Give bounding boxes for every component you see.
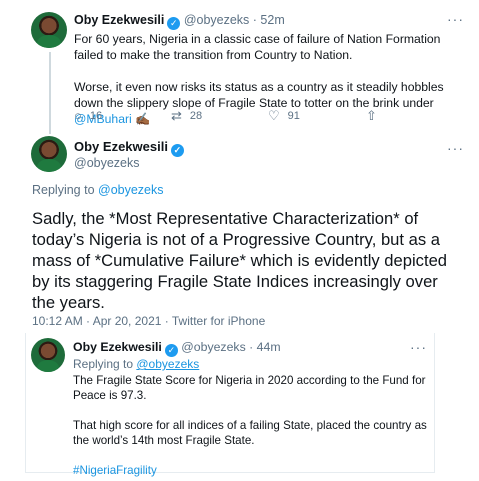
tweet2-text: Sadly, the *Most Representative Characte… bbox=[32, 209, 448, 312]
tweet2-author-name[interactable]: Oby Ezekwesili ✓ bbox=[74, 139, 184, 157]
like-button[interactable]: ♡ 91 bbox=[268, 108, 300, 124]
retweet-icon: ⇄ bbox=[171, 108, 182, 123]
replying-label: Replying to bbox=[73, 357, 137, 371]
avatar[interactable] bbox=[31, 12, 67, 48]
tweet1-paragraph: For 60 years, Nigeria in a classic case … bbox=[74, 32, 441, 62]
tweet1-handle[interactable]: @obyezeks bbox=[184, 13, 250, 27]
share-button[interactable]: ⇧ bbox=[366, 108, 385, 124]
retweet-button[interactable]: ⇄ 28 bbox=[171, 108, 202, 124]
replying-to: Replying to @obyezeks bbox=[32, 183, 164, 197]
writing-hand-emoji: ✍🏾 bbox=[135, 112, 151, 126]
tweet2-handle[interactable]: @obyezeks bbox=[74, 156, 140, 170]
quoted-time[interactable]: · 44m bbox=[249, 340, 280, 354]
verified-badge-icon: ✓ bbox=[164, 344, 178, 357]
quoted-text: The Fragile State Score for Nigeria in 2… bbox=[73, 373, 428, 478]
verified-badge-icon: ✓ bbox=[167, 17, 181, 30]
like-icon: ♡ bbox=[268, 108, 280, 123]
quoted-paragraph: The Fragile State Score for Nigeria in 2… bbox=[73, 374, 426, 402]
tweet1-author-name[interactable]: Oby Ezekwesili bbox=[74, 13, 164, 27]
tweet1-time[interactable]: · 52m bbox=[253, 13, 285, 27]
more-icon[interactable]: ··· bbox=[447, 140, 464, 156]
hashtag-link[interactable]: #NigeriaFragility bbox=[73, 463, 428, 478]
reply-icon: ○ bbox=[74, 108, 82, 123]
quoted-paragraph: That high score for all indices of a fai… bbox=[73, 419, 427, 447]
thread-connector bbox=[49, 52, 51, 134]
reply-button[interactable]: ○ 16 bbox=[74, 108, 102, 123]
more-icon[interactable]: ··· bbox=[447, 11, 464, 27]
replying-to-link[interactable]: @obyezeks bbox=[136, 357, 199, 371]
avatar[interactable] bbox=[31, 136, 67, 172]
replying-to-link[interactable]: @obyezeks bbox=[98, 183, 164, 197]
tweet2-author-name-text: Oby Ezekwesili bbox=[74, 139, 168, 154]
reply-count: 16 bbox=[89, 110, 103, 122]
tweet1-paragraph-text: Worse, it even now risks its status as a… bbox=[74, 80, 444, 110]
quoted-author-name[interactable]: Oby Ezekwesili bbox=[73, 340, 162, 354]
quoted-header: Oby Ezekwesili ✓ @obyezeks · 44m bbox=[73, 340, 281, 357]
quoted-handle[interactable]: @obyezeks bbox=[181, 340, 245, 354]
avatar[interactable] bbox=[31, 338, 65, 372]
tweet2-timestamp[interactable]: 10:12 AM · Apr 20, 2021 · Twitter for iP… bbox=[32, 314, 265, 328]
like-count: 91 bbox=[287, 110, 300, 122]
replying-to: Replying to @obyezeks bbox=[73, 357, 199, 371]
verified-badge-icon: ✓ bbox=[170, 144, 184, 157]
replying-label: Replying to bbox=[32, 183, 99, 197]
more-icon[interactable]: ··· bbox=[410, 339, 427, 355]
retweet-count: 28 bbox=[189, 110, 203, 122]
tweet1-header: Oby Ezekwesili ✓ @obyezeks · 52m bbox=[74, 13, 285, 30]
share-icon: ⇧ bbox=[366, 108, 377, 123]
